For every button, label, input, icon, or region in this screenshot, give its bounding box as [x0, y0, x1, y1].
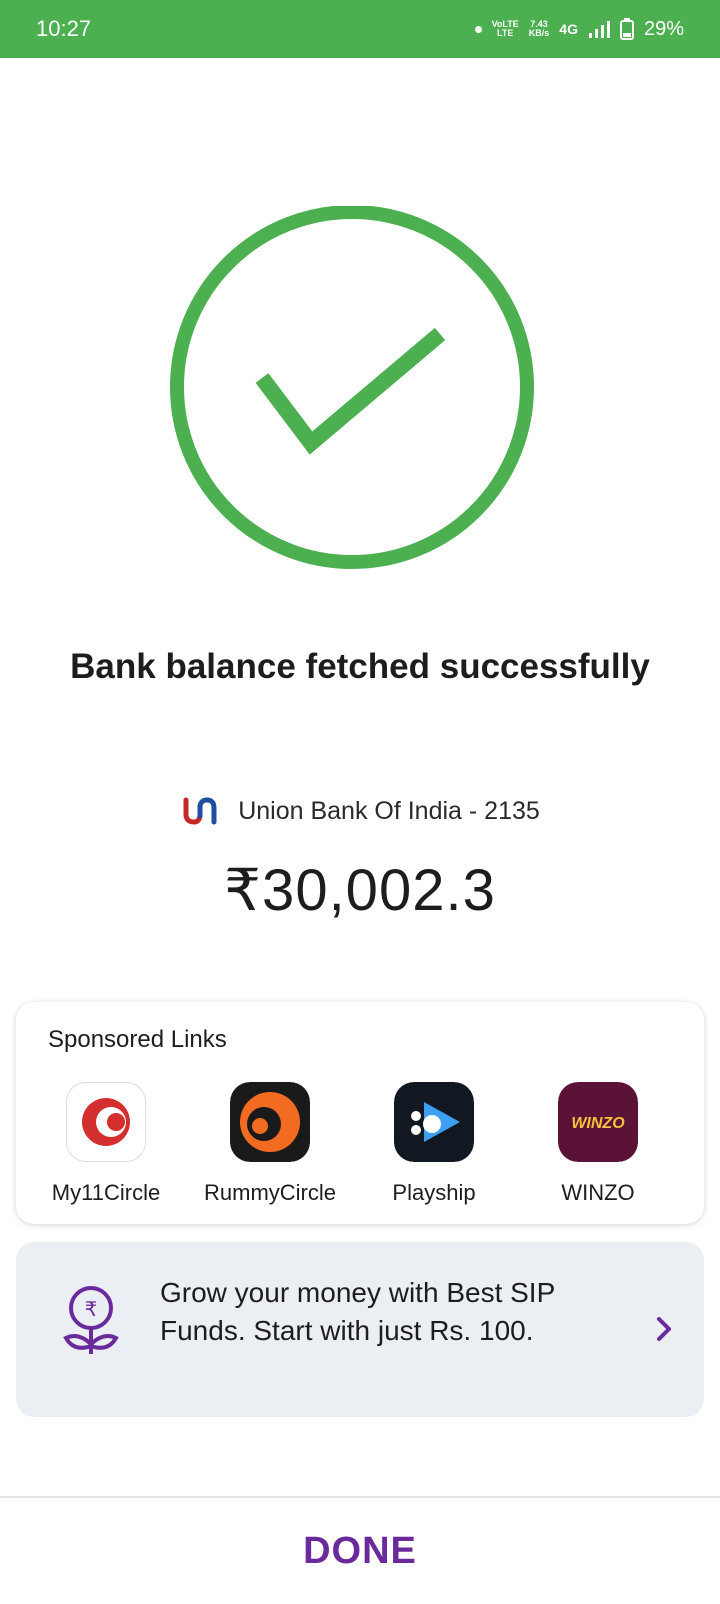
- signal-icon: [588, 21, 610, 38]
- app-label: Playship: [392, 1180, 476, 1205]
- playship-icon: [394, 1082, 474, 1162]
- money-plant-icon: ₹: [63, 1286, 119, 1354]
- sip-promo-text: Grow your money with Best SIP Funds. Sta…: [160, 1277, 555, 1346]
- my11circle-icon: [66, 1082, 146, 1162]
- bank-name: Union Bank Of India - 2135: [238, 796, 540, 825]
- bank-account-row: Union Bank Of India - 2135: [0, 796, 720, 826]
- battery-percentage: 29%: [643, 17, 684, 40]
- network-type: 4G: [559, 21, 578, 37]
- svg-text:WINZO: WINZO: [571, 1115, 625, 1132]
- status-indicators: VoLTE LTE 7.43 KB/s 4G 29%: [474, 17, 684, 41]
- status-time: 10:27: [36, 16, 92, 41]
- sponsored-app-rummycircle[interactable]: RummyCircle: [190, 1082, 350, 1206]
- winzo-icon: WINZO: [558, 1082, 638, 1162]
- account-balance: ₹30,002.3: [224, 858, 496, 923]
- sponsored-app-winzo[interactable]: WINZO WINZO: [518, 1082, 678, 1206]
- status-bar: 10:27 VoLTE LTE 7.43 KB/s 4G 29%: [0, 0, 720, 58]
- network-speed: 7.43 KB/s: [528, 19, 550, 38]
- app-label: RummyCircle: [204, 1180, 336, 1205]
- chevron-right-icon[interactable]: [654, 1314, 674, 1344]
- check-circle-icon: [170, 206, 534, 569]
- rummycircle-icon: [230, 1082, 310, 1162]
- done-button[interactable]: DONE: [0, 1498, 720, 1604]
- svg-text:₹: ₹: [85, 1297, 98, 1321]
- app-label: WINZO: [561, 1180, 635, 1205]
- sponsored-links-card: Sponsored Links My11Circle RummyCircle P…: [16, 1002, 704, 1224]
- app-label: My11Circle: [51, 1180, 161, 1205]
- page-title: Bank balance fetched successfully: [70, 647, 650, 686]
- sip-promo-banner[interactable]: ₹ Grow your money with Best SIP Funds. S…: [16, 1242, 704, 1417]
- sponsored-app-playship[interactable]: Playship: [354, 1082, 514, 1206]
- sponsored-app-my11circle[interactable]: My11Circle: [26, 1082, 186, 1206]
- notification-dot-icon: [474, 25, 482, 33]
- union-bank-logo-icon: [183, 797, 217, 825]
- battery-icon: [619, 18, 634, 40]
- sponsored-title: Sponsored Links: [48, 1026, 227, 1053]
- volte-icon: VoLTE LTE: [491, 19, 519, 38]
